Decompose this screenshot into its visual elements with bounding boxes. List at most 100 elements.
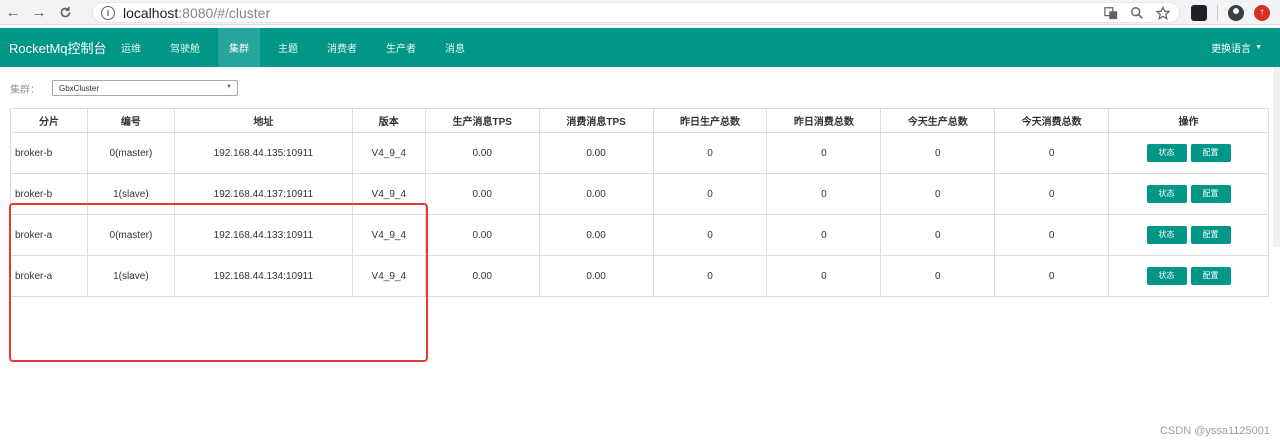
url-path: :8080/#/cluster: [178, 4, 271, 21]
cluster-select-value: GbxCluster: [59, 83, 100, 93]
table-row: broker-a 0(master) 192.168.44.133:10911 …: [10, 214, 1269, 256]
cell-actions: 状态 配置: [1108, 214, 1269, 256]
cell-address: 192.168.44.134:10911: [173, 255, 353, 297]
cell-actions: 状态 配置: [1108, 132, 1269, 174]
cell-shard: broker-a: [10, 214, 88, 256]
config-button[interactable]: 配置: [1190, 144, 1231, 162]
nav-item-consumer[interactable]: 消费者: [316, 28, 368, 67]
status-button[interactable]: 状态: [1146, 185, 1187, 203]
forward-icon[interactable]: →: [26, 0, 52, 25]
table-row: broker-b 0(master) 192.168.44.135:10911 …: [10, 132, 1269, 174]
cell-version: V4_9_4: [351, 255, 426, 297]
cell-id: 1(slave): [86, 255, 175, 297]
cell-today-produce: 0: [880, 214, 996, 256]
back-icon[interactable]: ←: [0, 0, 26, 25]
nav-item-topic[interactable]: 主题: [267, 28, 309, 67]
config-button[interactable]: 配置: [1190, 185, 1231, 203]
nav-item-cluster[interactable]: 集群: [218, 28, 260, 67]
cell-consume-tps: 0.00: [538, 132, 654, 174]
status-button[interactable]: 状态: [1146, 267, 1187, 285]
header-today-consume: 今天消费总数: [994, 108, 1110, 133]
header-consume-tps: 消费消息TPS: [538, 108, 654, 133]
header-address: 地址: [173, 108, 353, 133]
cell-shard: broker-a: [10, 255, 88, 297]
nav-item-producer[interactable]: 生产者: [375, 28, 427, 67]
update-icon[interactable]: ↑: [1254, 4, 1270, 21]
cell-consume-tps: 0.00: [538, 173, 654, 215]
cell-version: V4_9_4: [351, 173, 426, 215]
profile-icon[interactable]: [1228, 4, 1244, 21]
reload-icon[interactable]: [52, 0, 78, 25]
table-header-row: 分片 编号 地址 版本 生产消息TPS 消费消息TPS 昨日生产总数 昨日消费总…: [10, 108, 1269, 133]
zoom-icon[interactable]: [1129, 5, 1145, 21]
language-dropdown[interactable]: 更换语言 ▼: [1211, 28, 1262, 67]
cell-yesterday-consume: 0: [766, 214, 882, 256]
cell-produce-tps: 0.00: [424, 255, 540, 297]
status-button[interactable]: 状态: [1146, 226, 1187, 244]
cell-id: 0(master): [86, 132, 175, 174]
header-id: 编号: [86, 108, 175, 133]
brand-title[interactable]: RocketMq控制台: [0, 38, 108, 57]
cell-address: 192.168.44.133:10911: [173, 214, 353, 256]
status-button[interactable]: 状态: [1146, 144, 1187, 162]
extension-icon[interactable]: [1191, 4, 1207, 21]
cell-yesterday-consume: 0: [766, 173, 882, 215]
header-yesterday-consume: 昨日消费总数: [766, 108, 882, 133]
cell-yesterday-produce: 0: [652, 214, 768, 256]
cell-today-produce: 0: [880, 132, 996, 174]
cell-produce-tps: 0.00: [424, 132, 540, 174]
config-button[interactable]: 配置: [1190, 267, 1231, 285]
header-version: 版本: [351, 108, 426, 133]
cell-today-produce: 0: [880, 255, 996, 297]
browser-toolbar: ← → i localhost:8080/#/cluster ↑: [0, 0, 1280, 25]
cell-yesterday-consume: 0: [766, 132, 882, 174]
cell-today-consume: 0: [994, 132, 1110, 174]
toolbar-divider: [1217, 4, 1218, 21]
cell-yesterday-produce: 0: [652, 132, 768, 174]
cell-yesterday-consume: 0: [766, 255, 882, 297]
watermark: CSDN @yssa1125001: [1159, 425, 1270, 437]
cell-actions: 状态 配置: [1108, 173, 1269, 215]
url-host: localhost: [123, 4, 179, 21]
cell-produce-tps: 0.00: [424, 214, 540, 256]
cell-version: V4_9_4: [351, 132, 426, 174]
cell-consume-tps: 0.00: [538, 214, 654, 256]
cell-id: 0(master): [86, 214, 175, 256]
cell-yesterday-produce: 0: [652, 173, 768, 215]
table-row: broker-b 1(slave) 192.168.44.137:10911 V…: [10, 173, 1269, 215]
cluster-select[interactable]: GbxCluster ▼: [52, 80, 238, 96]
address-bar[interactable]: i localhost:8080/#/cluster: [92, 2, 1180, 23]
nav-item-message[interactable]: 消息: [434, 28, 476, 67]
cell-address: 192.168.44.135:10911: [173, 132, 353, 174]
config-button[interactable]: 配置: [1190, 226, 1231, 244]
cell-actions: 状态 配置: [1108, 255, 1269, 297]
app-navbar: RocketMq控制台 运维 驾驶舱 集群 主题 消费者 生产者 消息 更换语言…: [0, 28, 1280, 67]
cell-yesterday-produce: 0: [652, 255, 768, 297]
header-yesterday-produce: 昨日生产总数: [652, 108, 768, 133]
cluster-label: 集群：: [10, 84, 40, 96]
cell-consume-tps: 0.00: [538, 255, 654, 297]
cell-produce-tps: 0.00: [424, 173, 540, 215]
nav-item-dashboard[interactable]: 驾驶舱: [159, 28, 211, 67]
cell-today-produce: 0: [880, 173, 996, 215]
bookmark-star-icon[interactable]: [1155, 5, 1171, 21]
cell-shard: broker-b: [10, 132, 88, 174]
chevron-down-icon: ▼: [226, 84, 232, 90]
broker-table: 分片 编号 地址 版本 生产消息TPS 消费消息TPS 昨日生产总数 昨日消费总…: [10, 108, 1269, 297]
caret-down-icon: ▼: [1255, 44, 1262, 51]
info-icon[interactable]: i: [101, 5, 115, 20]
table-row: broker-a 1(slave) 192.168.44.134:10911 V…: [10, 255, 1269, 297]
cell-shard: broker-b: [10, 173, 88, 215]
header-shard: 分片: [10, 108, 88, 133]
nav-item-ops[interactable]: 运维: [110, 28, 152, 67]
scrollbar[interactable]: [1273, 67, 1280, 247]
cluster-filter: 集群： GbxCluster ▼: [10, 80, 238, 96]
header-produce-tps: 生产消息TPS: [424, 108, 540, 133]
cell-version: V4_9_4: [351, 214, 426, 256]
cell-today-consume: 0: [994, 173, 1110, 215]
language-label: 更换语言: [1211, 44, 1252, 55]
cell-address: 192.168.44.137:10911: [173, 173, 353, 215]
translate-icon[interactable]: [1103, 5, 1119, 21]
header-actions: 操作: [1108, 108, 1269, 133]
cell-today-consume: 0: [994, 255, 1110, 297]
